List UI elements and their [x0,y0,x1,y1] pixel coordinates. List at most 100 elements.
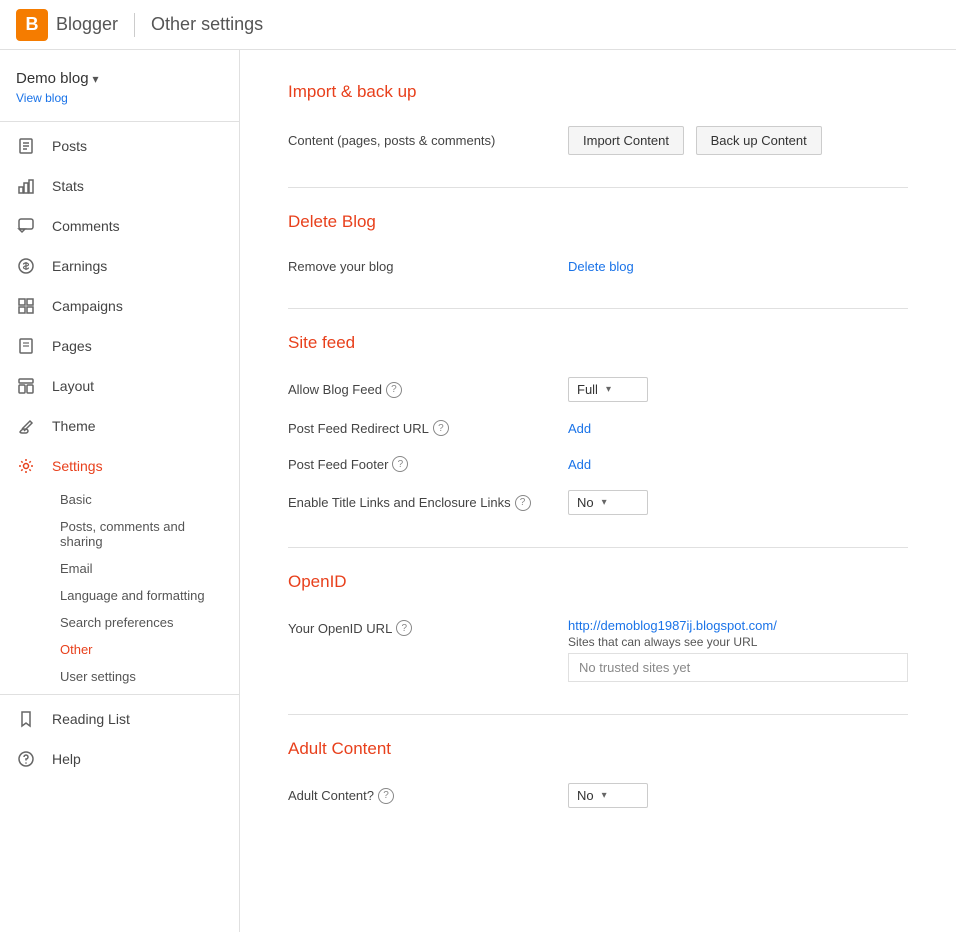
label-post-feed-redirect: Post Feed Redirect URL ? [288,420,568,436]
value-enable-title-links: No ▾ [568,490,908,515]
sidebar-item-stats[interactable]: Stats [0,166,239,206]
grid-icon [16,296,36,316]
header-divider [134,13,135,37]
sidebar-label-posts: Posts [52,138,87,154]
label-allow-blog-feed: Allow Blog Feed ? [288,382,568,398]
section-adult-content: Adult Content Adult Content? ? No ▾ [288,715,908,840]
page-icon [16,336,36,356]
sidebar-label-earnings: Earnings [52,258,107,274]
submenu-language[interactable]: Language and formatting [52,582,239,609]
sidebar-item-layout[interactable]: Layout [0,366,239,406]
sidebar-label-help: Help [52,751,81,767]
adult-content-arrow: ▾ [602,790,607,801]
post-feed-footer-help-icon[interactable]: ? [392,456,408,472]
import-content-button[interactable]: Import Content [568,126,684,155]
header-logo: B Blogger [16,9,118,41]
submenu-email[interactable]: Email [52,555,239,582]
section-site-feed: Site feed Allow Blog Feed ? Full ▾ Post … [288,309,908,548]
header-page-title: Other settings [151,14,263,35]
sidebar-label-theme: Theme [52,418,96,434]
submenu-basic[interactable]: Basic [52,486,239,513]
allow-blog-feed-select[interactable]: Full ▾ [568,377,648,402]
row-openid-url: Your OpenID URL ? http://demoblog1987ij.… [288,608,908,690]
trusted-sites-label: Sites that can always see your URL [568,635,908,649]
section-delete-blog: Delete Blog Remove your blog Delete blog [288,188,908,309]
row-enable-title-links: Enable Title Links and Enclosure Links ?… [288,482,908,523]
sidebar-item-pages[interactable]: Pages [0,326,239,366]
submenu-search-prefs[interactable]: Search preferences [52,609,239,636]
post-feed-redirect-link[interactable]: Add [568,421,591,436]
label-post-feed-footer: Post Feed Footer ? [288,456,568,472]
layout: Demo blog ▾ View blog Posts Stats Commen… [0,50,956,932]
submenu-posts-comments[interactable]: Posts, comments and sharing [52,513,239,555]
blog-selector[interactable]: Demo blog ▾ [0,58,239,91]
value-allow-blog-feed: Full ▾ [568,377,908,402]
delete-blog-link[interactable]: Delete blog [568,259,634,274]
section-title-adult: Adult Content [288,739,908,759]
sidebar-item-comments[interactable]: Comments [0,206,239,246]
row-allow-blog-feed: Allow Blog Feed ? Full ▾ [288,369,908,410]
adult-content-help-icon[interactable]: ? [378,788,394,804]
value-post-feed-redirect: Add [568,421,908,436]
backup-content-button[interactable]: Back up Content [696,126,822,155]
document-icon [16,136,36,156]
sidebar-label-pages: Pages [52,338,92,354]
sidebar-item-campaigns[interactable]: Campaigns [0,286,239,326]
enable-title-links-select[interactable]: No ▾ [568,490,648,515]
submenu-other[interactable]: Other [52,636,239,663]
comment-icon [16,216,36,236]
enable-title-links-arrow: ▾ [602,497,607,508]
sidebar-label-campaigns: Campaigns [52,298,123,314]
adult-content-select[interactable]: No ▾ [568,783,648,808]
brush-icon [16,416,36,436]
allow-blog-feed-value: Full [577,382,598,397]
main-content: Import & back up Content (pages, posts &… [240,50,956,932]
view-blog-link[interactable]: View blog [0,91,239,117]
label-enable-title-links: Enable Title Links and Enclosure Links ? [288,495,568,511]
submenu-user-settings[interactable]: User settings [52,663,239,690]
openid-url-value: http://demoblog1987ij.blogspot.com/ [568,618,908,633]
header: B Blogger Other settings [0,0,956,50]
row-post-feed-redirect: Post Feed Redirect URL ? Add [288,410,908,446]
row-content-backup: Content (pages, posts & comments) Import… [288,118,908,163]
layout-icon [16,376,36,396]
post-feed-redirect-help-icon[interactable]: ? [433,420,449,436]
value-openid-url: http://demoblog1987ij.blogspot.com/ Site… [568,618,908,682]
openid-url-help-icon[interactable]: ? [396,620,412,636]
allow-blog-feed-help-icon[interactable]: ? [386,382,402,398]
adult-content-value: No [577,788,594,803]
allow-blog-feed-arrow: ▾ [606,384,611,395]
sidebar-item-posts[interactable]: Posts [0,126,239,166]
blog-dropdown-arrow: ▾ [93,72,99,86]
gear-icon [16,456,36,476]
value-content-backup: Import Content Back up Content [568,126,908,155]
row-remove-blog: Remove your blog Delete blog [288,248,908,284]
row-adult-content: Adult Content? ? No ▾ [288,775,908,816]
enable-title-links-help-icon[interactable]: ? [515,495,531,511]
post-feed-footer-link[interactable]: Add [568,457,591,472]
section-import-backup: Import & back up Content (pages, posts &… [288,74,908,188]
sidebar-divider-top [0,121,239,122]
label-openid-url: Your OpenID URL ? [288,618,568,636]
label-content-backup: Content (pages, posts & comments) [288,133,568,148]
row-post-feed-footer: Post Feed Footer ? Add [288,446,908,482]
label-remove-blog: Remove your blog [288,259,568,274]
bar-chart-icon [16,176,36,196]
sidebar-label-reading-list: Reading List [52,711,130,727]
section-title-site-feed: Site feed [288,333,908,353]
value-post-feed-footer: Add [568,457,908,472]
sidebar-item-help[interactable]: Help [0,739,239,779]
bookmark-icon [16,709,36,729]
sidebar-item-earnings[interactable]: Earnings [0,246,239,286]
sidebar-divider-bottom [0,694,239,695]
dollar-icon [16,256,36,276]
sidebar-label-layout: Layout [52,378,94,394]
section-title-import: Import & back up [288,82,908,102]
blog-name: Demo blog [16,70,89,87]
sidebar-label-comments: Comments [52,218,120,234]
sidebar-item-settings[interactable]: Settings [0,446,239,486]
sidebar-item-reading-list[interactable]: Reading List [0,699,239,739]
sidebar-item-theme[interactable]: Theme [0,406,239,446]
section-title-delete: Delete Blog [288,212,908,232]
label-adult-content: Adult Content? ? [288,788,568,804]
